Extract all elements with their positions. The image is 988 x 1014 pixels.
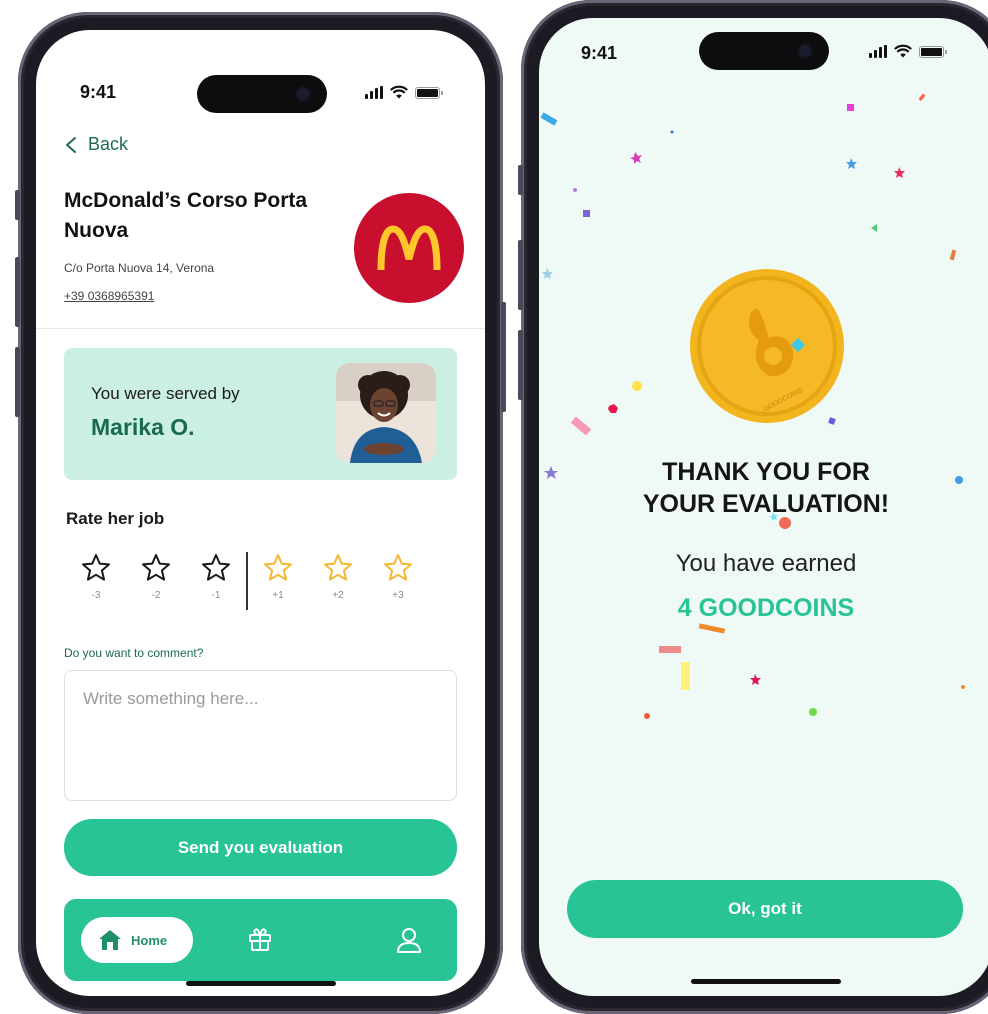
earned-text: You have earned	[675, 550, 857, 577]
left-phone-frame: 9:41 Back McDonald’s Corso Porta Nuova C…	[15, 12, 506, 1014]
mcdonalds-logo	[354, 193, 464, 303]
golden-arches-icon	[377, 225, 441, 271]
comment-question: Do you want to comment?	[64, 646, 204, 660]
employee-avatar	[336, 363, 436, 463]
header-divider	[36, 328, 485, 329]
rating-stars: -3 -2 -1 +1 +2 +3	[66, 552, 428, 610]
nav-home-label: Home	[131, 932, 168, 948]
left-screen: 9:41 Back McDonald’s Corso Porta Nuova C…	[36, 30, 485, 996]
status-time: 9:41	[80, 82, 117, 102]
back-label: Back	[88, 134, 129, 154]
thank-you-title: THANK YOU FOR YOUR EVALUATION!	[539, 456, 988, 520]
nav-gift[interactable]	[246, 925, 274, 958]
star-value: -2	[151, 590, 161, 601]
employee-name: Marika O.	[91, 414, 195, 440]
home-indicator	[185, 981, 336, 986]
goodcoin-icon: GOODCOINS	[690, 269, 844, 423]
rate-title: Rate her job	[66, 509, 165, 528]
home-icon	[99, 930, 121, 950]
goodcoin-medal: GOODCOINS	[689, 268, 845, 424]
star-plus-3[interactable]: +3	[368, 552, 428, 601]
earned-amount: 4 GOODCOINS	[677, 594, 855, 622]
star-outline-icon	[384, 554, 412, 581]
restaurant-name: McDonald’s Corso Porta Nuova	[64, 189, 308, 242]
star-outline-icon	[82, 554, 110, 581]
nav-profile[interactable]	[394, 925, 424, 960]
status-bar: 9:41	[36, 30, 485, 113]
restaurant-address: C/o Porta Nuova 14, Verona	[64, 261, 215, 275]
chevron-left-icon	[66, 136, 76, 153]
star-value: +2	[332, 590, 344, 601]
star-value: +1	[272, 590, 284, 601]
home-indicator	[691, 979, 841, 984]
star-minus-3[interactable]: -3	[66, 552, 126, 601]
right-screen: 9:41 GOODCOINS THANK YOU FOR YOUR EVALUA…	[539, 18, 988, 996]
star-outline-icon	[142, 554, 170, 581]
star-outline-icon	[324, 554, 352, 581]
star-value: -3	[91, 590, 101, 601]
served-by-label: You were served by	[91, 384, 240, 403]
status-icons	[365, 85, 443, 99]
star-value: +3	[392, 590, 404, 601]
comment-textarea[interactable]: Write something here...	[64, 670, 457, 801]
thank-you-line1: THANK YOU FOR	[662, 458, 870, 486]
restaurant-phone-link[interactable]: +39 0368965391	[64, 289, 154, 303]
gift-icon	[249, 928, 271, 951]
ok-got-it-button[interactable]: Ok, got it	[567, 880, 963, 938]
star-minus-2[interactable]: -2	[126, 552, 186, 601]
star-outline-icon	[202, 554, 230, 581]
star-plus-2[interactable]: +2	[308, 552, 368, 601]
right-phone-frame: 9:41 GOODCOINS THANK YOU FOR YOUR EVALUA…	[518, 0, 988, 1014]
wifi-icon	[390, 85, 408, 99]
star-minus-1[interactable]: -1	[186, 552, 246, 601]
battery-icon	[415, 87, 443, 99]
star-value: -1	[211, 590, 221, 601]
back-button[interactable]: Back	[64, 134, 128, 155]
bottom-nav: Home	[64, 899, 457, 981]
user-icon	[397, 928, 421, 953]
signal-icon	[365, 86, 383, 99]
star-plus-1[interactable]: +1	[248, 552, 308, 601]
nav-home[interactable]: Home	[81, 917, 193, 963]
served-by-card: You were served by Marika O.	[64, 348, 457, 480]
star-outline-icon	[264, 554, 292, 581]
send-evaluation-button[interactable]: Send you evaluation	[64, 819, 457, 876]
dynamic-island	[197, 75, 327, 113]
thank-you-line2: YOUR EVALUATION!	[642, 490, 890, 518]
